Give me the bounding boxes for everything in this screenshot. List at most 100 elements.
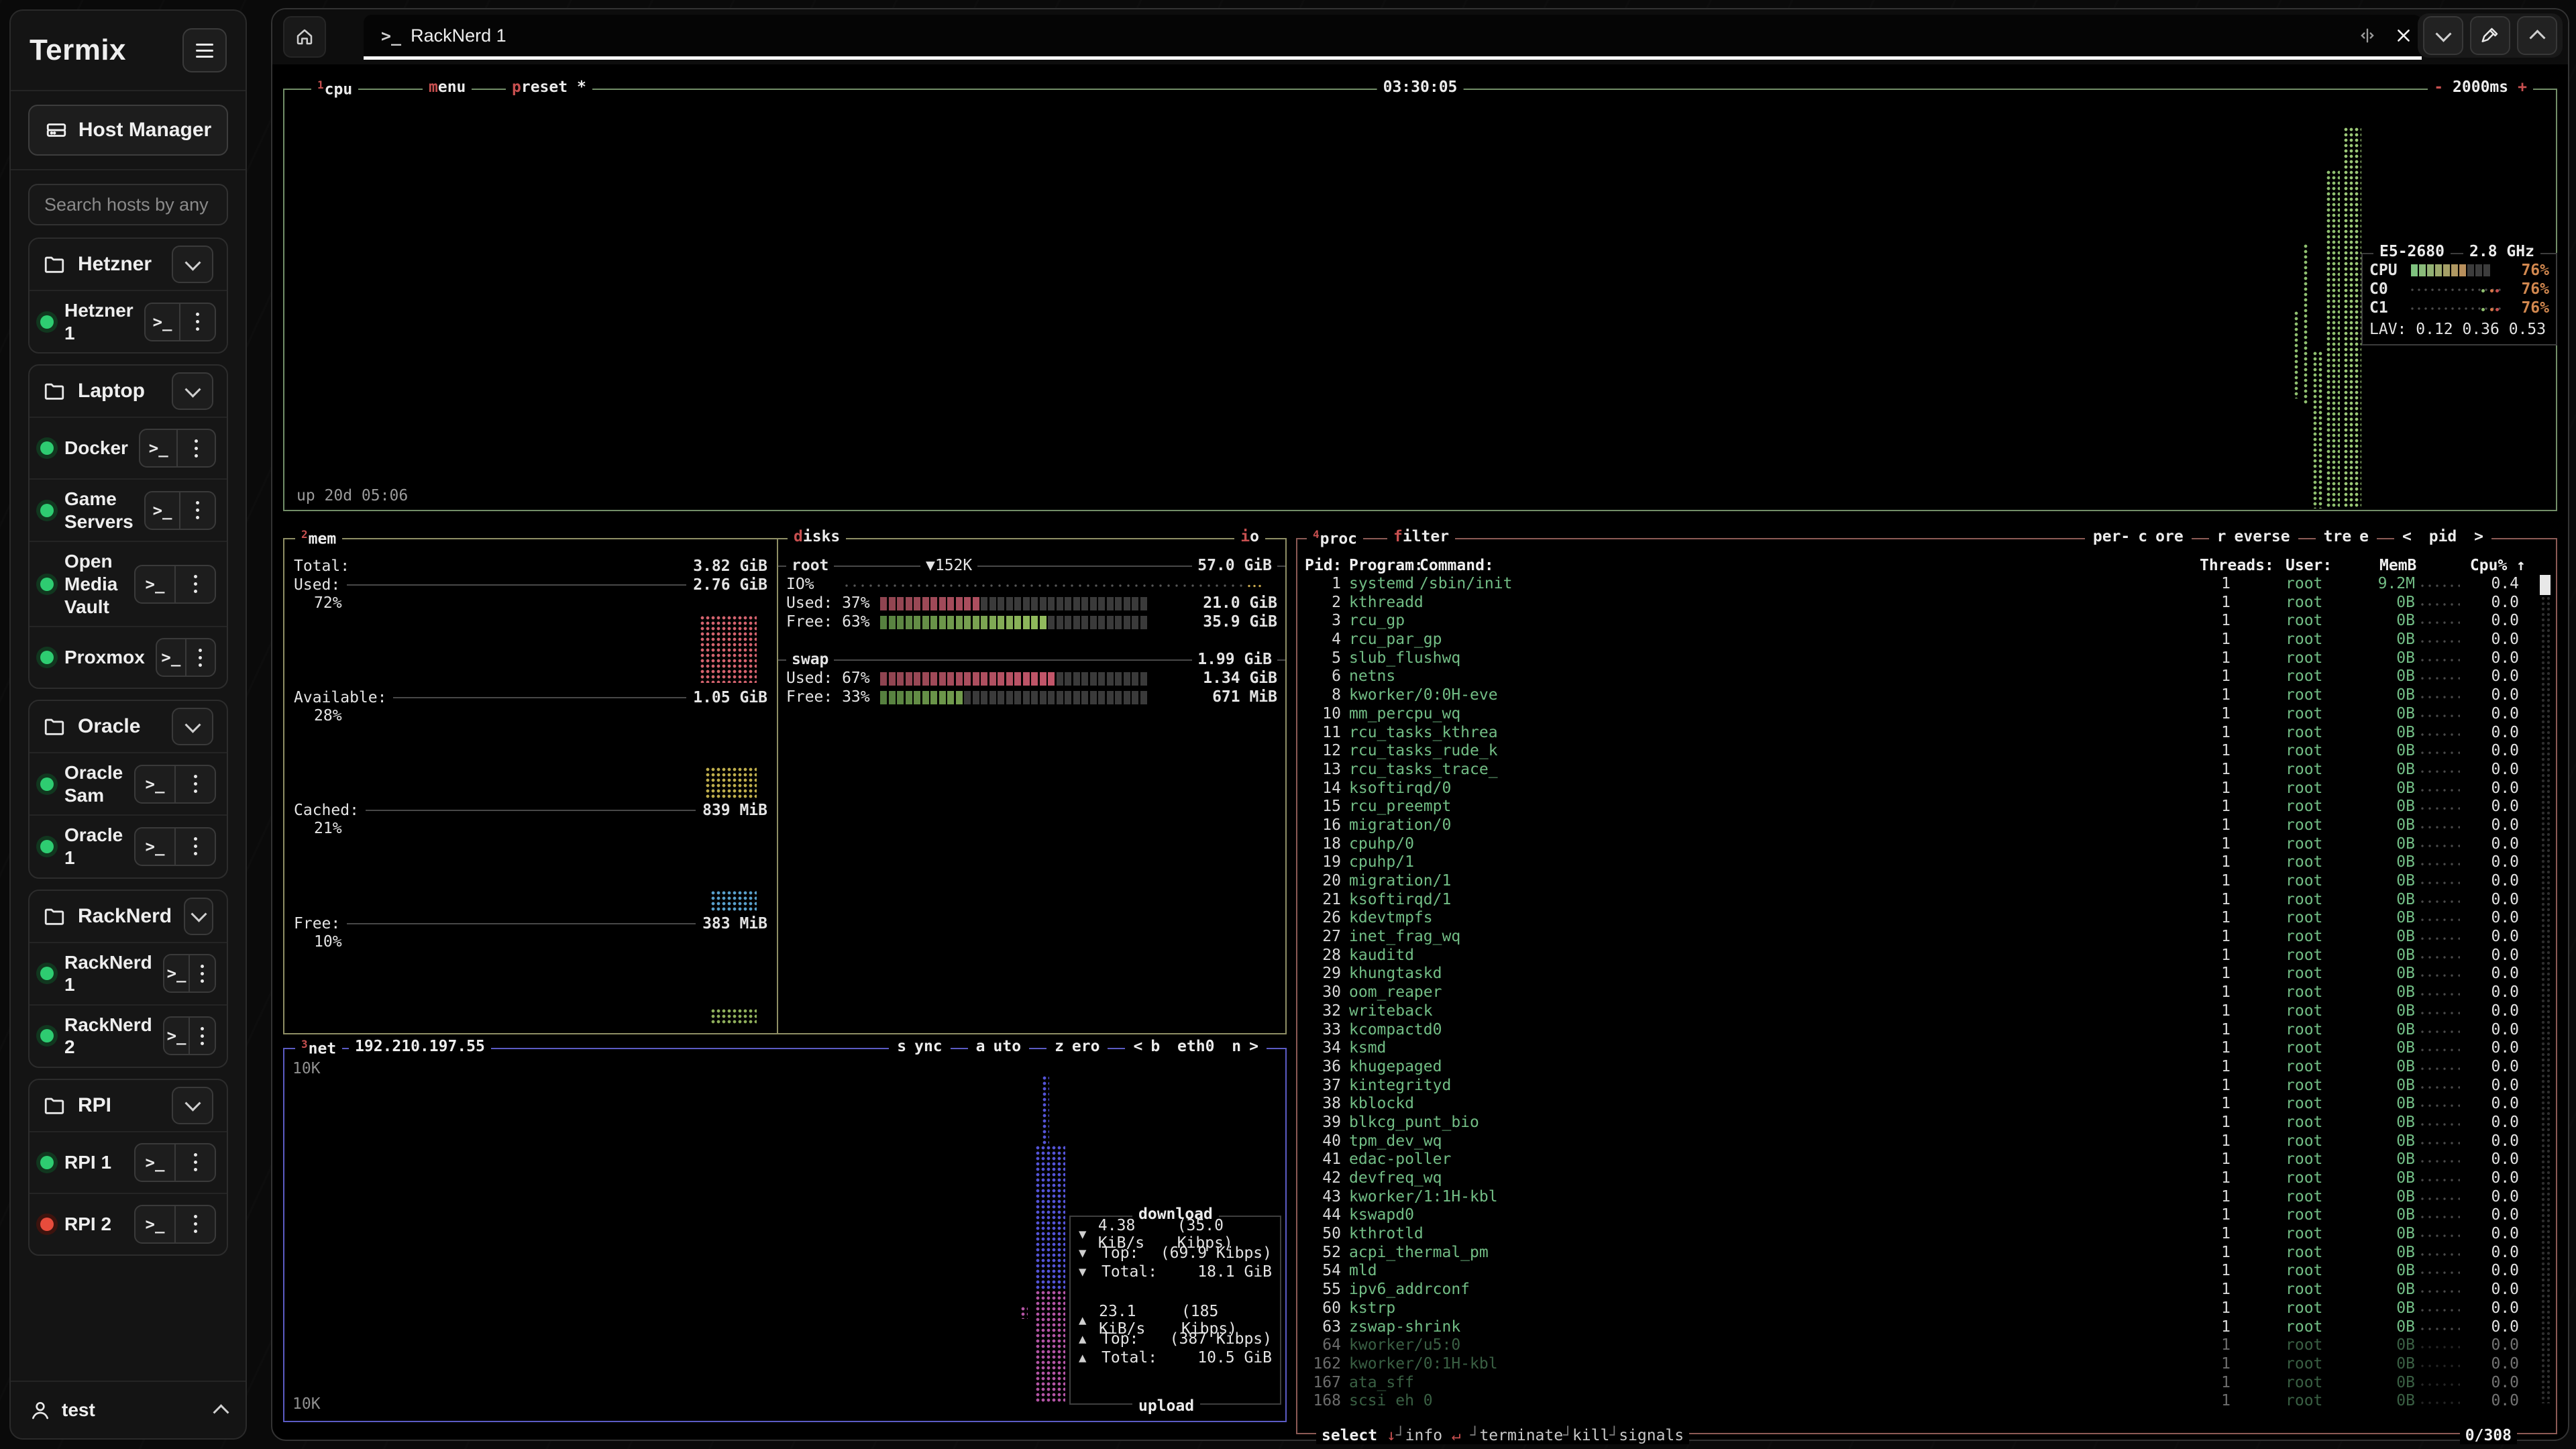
- open-terminal-button[interactable]: >_: [136, 766, 174, 802]
- split-view-button[interactable]: [2349, 17, 2385, 54]
- host-row[interactable]: Hetzner 1>_: [30, 290, 227, 352]
- process-row[interactable]: 16migration/01root0B0.0: [1305, 816, 2553, 835]
- open-terminal-button[interactable]: >_: [146, 304, 180, 340]
- host-menu-button[interactable]: [174, 1206, 215, 1242]
- host-row[interactable]: Oracle Sam>_: [30, 752, 227, 814]
- open-terminal-button[interactable]: >_: [146, 492, 180, 529]
- net-control[interactable]: <b eth0 n>: [1125, 1038, 1267, 1055]
- host-menu-button[interactable]: [179, 304, 215, 340]
- process-row[interactable]: 55ipv6_addrconf1root0B0.0: [1305, 1281, 2553, 1299]
- folder-collapse-button[interactable]: [172, 372, 213, 410]
- net-control[interactable]: auto: [968, 1038, 1029, 1055]
- host-row[interactable]: Proxmox>_: [30, 626, 227, 688]
- folder-collapse-button[interactable]: [172, 708, 213, 745]
- io-tab[interactable]: io: [1234, 528, 1265, 545]
- scrollbar-thumb[interactable]: [2540, 575, 2551, 595]
- net-control[interactable]: zero: [1046, 1038, 1108, 1055]
- host-row[interactable]: Game Servers>_: [30, 478, 227, 541]
- proc-control[interactable]: per-core: [2085, 528, 2192, 545]
- process-row[interactable]: 52acpi_thermal_pm1root0B0.0: [1305, 1244, 2553, 1263]
- process-row[interactable]: 30oom_reaper1root0B0.0: [1305, 983, 2553, 1002]
- process-row[interactable]: 37kintegrityd1root0B0.0: [1305, 1077, 2553, 1095]
- open-terminal-button[interactable]: >_: [140, 430, 177, 466]
- process-row[interactable]: 14ksoftirqd/01root0B0.0: [1305, 780, 2553, 798]
- process-row[interactable]: 19cpuhp/11root0B0.0: [1305, 853, 2553, 872]
- host-menu-button[interactable]: [176, 430, 215, 466]
- process-list[interactable]: 1systemd/sbin/init1root9.2M0.42kthreadd1…: [1305, 575, 2553, 1406]
- open-terminal-button[interactable]: >_: [136, 566, 174, 602]
- process-row[interactable]: 18cpuhp/01root0B0.0: [1305, 835, 2553, 854]
- host-manager-button[interactable]: Host Manager: [28, 105, 228, 156]
- host-row[interactable]: RPI 1>_: [30, 1131, 227, 1193]
- process-row[interactable]: 10mm_percpu_wq1root0B0.0: [1305, 705, 2553, 724]
- process-row[interactable]: 33kcompactd01root0B0.0: [1305, 1021, 2553, 1040]
- process-row[interactable]: 60kstrp1root0B0.0: [1305, 1299, 2553, 1318]
- process-row[interactable]: 2kthreadd1root0B0.0: [1305, 594, 2553, 612]
- process-row[interactable]: 44kswapd01root0B0.0: [1305, 1206, 2553, 1225]
- sidebar-menu-button[interactable]: [182, 28, 227, 72]
- proc-control[interactable]: tree: [2316, 528, 2377, 545]
- open-terminal-button[interactable]: >_: [164, 1018, 189, 1054]
- terminal-screen[interactable]: 1cpu menu preset * 03:30:05 -2000ms+ up …: [278, 66, 2563, 1433]
- folder-collapse-button[interactable]: [184, 898, 213, 935]
- process-row[interactable]: 4rcu_par_gp1root0B0.0: [1305, 631, 2553, 649]
- filter-button[interactable]: filter: [1387, 528, 1455, 545]
- folder-header[interactable]: Laptop: [30, 366, 227, 417]
- proc-control[interactable]: reverse: [2209, 528, 2298, 545]
- host-menu-button[interactable]: [185, 639, 215, 676]
- open-terminal-button[interactable]: >_: [136, 1206, 174, 1242]
- process-row[interactable]: 1systemd/sbin/init1root9.2M0.4: [1305, 575, 2553, 594]
- host-row[interactable]: RPI 2>_: [30, 1193, 227, 1254]
- folder-collapse-button[interactable]: [172, 246, 213, 283]
- process-row[interactable]: 32writeback1root0B0.0: [1305, 1002, 2553, 1021]
- process-row[interactable]: 20migration/11root0B0.0: [1305, 872, 2553, 891]
- host-row[interactable]: Open Media Vault>_: [30, 541, 227, 626]
- host-row[interactable]: RackNerd 1>_: [30, 942, 227, 1004]
- folder-header[interactable]: RackNerd: [30, 891, 227, 942]
- process-row[interactable]: 64kworker/u5:01root0B0.0: [1305, 1336, 2553, 1355]
- host-row[interactable]: RackNerd 2>_: [30, 1004, 227, 1067]
- net-control[interactable]: sync: [889, 1038, 950, 1055]
- host-menu-button[interactable]: [189, 955, 215, 991]
- open-terminal-button[interactable]: >_: [164, 955, 189, 991]
- host-menu-button[interactable]: [174, 566, 215, 602]
- preset-button[interactable]: preset *: [506, 78, 592, 96]
- host-menu-button[interactable]: [174, 1144, 215, 1181]
- folder-header[interactable]: Hetzner: [30, 239, 227, 290]
- open-terminal-button[interactable]: >_: [157, 639, 185, 676]
- search-input[interactable]: [28, 184, 228, 225]
- host-row[interactable]: Oracle 1>_: [30, 814, 227, 877]
- process-row[interactable]: 12rcu_tasks_rude_k1root0B0.0: [1305, 742, 2553, 761]
- process-row[interactable]: 162kworker/0:1H-kbl1root0B0.0: [1305, 1355, 2553, 1374]
- active-tab-label[interactable]: RackNerd 1: [411, 25, 506, 46]
- folder-collapse-button[interactable]: [172, 1087, 213, 1124]
- proc-scrollbar[interactable]: [2541, 575, 2551, 1403]
- process-row[interactable]: 5slub_flushwq1root0B0.0: [1305, 649, 2553, 668]
- host-row[interactable]: Docker>_: [30, 417, 227, 478]
- close-tab-button[interactable]: [2385, 17, 2422, 54]
- tools-button[interactable]: [2470, 16, 2510, 55]
- process-row[interactable]: 39blkcg_punt_bio1root0B0.0: [1305, 1114, 2553, 1132]
- sidebar-footer[interactable]: test: [11, 1381, 246, 1438]
- process-row[interactable]: 36khugepaged1root0B0.0: [1305, 1058, 2553, 1077]
- process-row[interactable]: 40tpm_dev_wq1root0B0.0: [1305, 1132, 2553, 1151]
- host-menu-button[interactable]: [174, 828, 215, 865]
- process-row[interactable]: 11rcu_tasks_kthrea1root0B0.0: [1305, 724, 2553, 743]
- process-row[interactable]: 6netns1root0B0.0: [1305, 667, 2553, 686]
- open-terminal-button[interactable]: >_: [136, 828, 174, 865]
- host-menu-button[interactable]: [174, 766, 215, 802]
- process-row[interactable]: 54mld1root0B0.0: [1305, 1262, 2553, 1281]
- folder-header[interactable]: Oracle: [30, 701, 227, 752]
- folder-header[interactable]: RPI: [30, 1080, 227, 1131]
- process-row[interactable]: 63zswap-shrink1root0B0.0: [1305, 1318, 2553, 1337]
- process-row[interactable]: 21ksoftirqd/11root0B0.0: [1305, 891, 2553, 910]
- process-row[interactable]: 15rcu_preempt1root0B0.0: [1305, 798, 2553, 816]
- host-menu-button[interactable]: [189, 1018, 215, 1054]
- process-row[interactable]: 13rcu_tasks_trace_1root0B0.0: [1305, 761, 2553, 780]
- process-row[interactable]: 167ata_sff1root0B0.0: [1305, 1374, 2553, 1393]
- scroll-down-button[interactable]: [2423, 16, 2463, 55]
- process-row[interactable]: 26kdevtmpfs1root0B0.0: [1305, 909, 2553, 928]
- scroll-up-button[interactable]: [2517, 16, 2557, 55]
- process-row[interactable]: 38kblockd1root0B0.0: [1305, 1095, 2553, 1114]
- home-button[interactable]: [283, 16, 326, 58]
